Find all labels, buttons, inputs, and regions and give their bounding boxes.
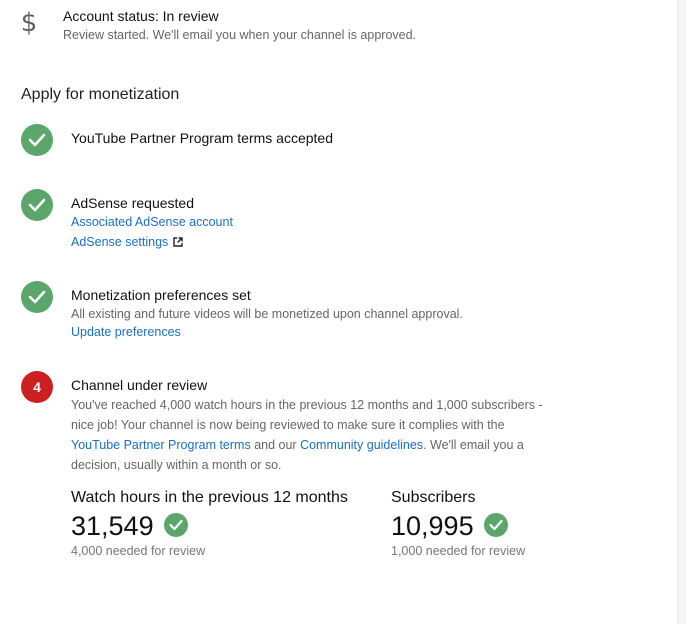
- check-icon: [164, 513, 188, 537]
- community-guidelines-link[interactable]: Community guidelines: [300, 438, 423, 452]
- step-description: All existing and future videos will be m…: [71, 307, 463, 321]
- review-text: You've reached 4,000 watch hours in the …: [71, 398, 543, 432]
- associated-adsense-account-link[interactable]: Associated AdSense account: [71, 215, 233, 229]
- check-icon: [21, 124, 53, 156]
- step-monetization-preferences: Monetization preferences set All existin…: [21, 281, 581, 345]
- adsense-settings-link[interactable]: AdSense settings: [71, 235, 168, 249]
- account-status-subtitle: Review started. We'll email you when you…: [63, 28, 417, 42]
- metric-note: 1,000 needed for review: [391, 544, 526, 558]
- partner-program-terms-link[interactable]: YouTube Partner Program terms: [71, 438, 251, 452]
- check-icon: [21, 281, 53, 313]
- review-description: You've reached 4,000 watch hours in the …: [71, 395, 551, 475]
- step-title: AdSense requested: [71, 195, 194, 211]
- scrollbar[interactable]: [677, 0, 686, 624]
- step-title: Channel under review: [71, 377, 208, 393]
- step-title: Monetization preferences set: [71, 287, 251, 303]
- metric-note: 4,000 needed for review: [71, 544, 206, 558]
- dollar-icon: $: [20, 8, 38, 38]
- metric-watch-hours: Watch hours in the previous 12 months 31…: [71, 489, 348, 558]
- step-partner-terms: YouTube Partner Program terms accepted: [21, 124, 581, 164]
- metric-subscribers: Subscribers 10,995 1,000 needed for revi…: [391, 489, 525, 558]
- step-number-badge: 4: [21, 371, 53, 403]
- check-icon: [484, 513, 508, 537]
- metric-value: 10,995: [391, 511, 474, 541]
- metric-label: Watch hours in the previous 12 months: [71, 489, 348, 506]
- metric-value: 31,549: [71, 511, 154, 541]
- update-preferences-link[interactable]: Update preferences: [71, 325, 181, 339]
- step-title: YouTube Partner Program terms accepted: [71, 130, 333, 146]
- section-heading: Apply for monetization: [21, 86, 180, 103]
- metric-label: Subscribers: [391, 489, 476, 506]
- external-link-icon: [173, 236, 183, 250]
- check-icon: [21, 189, 53, 221]
- step-adsense: AdSense requested Associated AdSense acc…: [21, 189, 581, 253]
- step-channel-review: 4 Channel under review You've reached 4,…: [21, 371, 581, 481]
- account-status-title: Account status: In review: [63, 8, 219, 24]
- review-text: and our: [250, 438, 301, 452]
